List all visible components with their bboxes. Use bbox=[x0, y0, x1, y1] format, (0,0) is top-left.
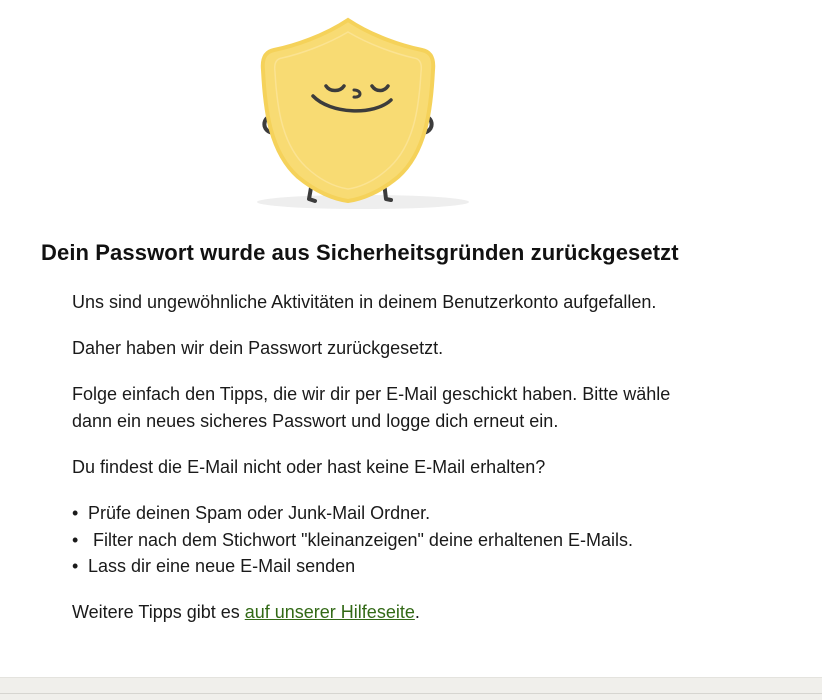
shield-mascot-icon bbox=[257, 17, 469, 209]
activity-notice-text: Uns sind ungewöhnliche Aktivitäten in de… bbox=[72, 292, 657, 312]
help-suffix: . bbox=[414, 601, 420, 622]
list-item: • Filter nach dem Stichwort "kleinanzeig… bbox=[72, 527, 692, 554]
list-item: • Prüfe deinen Spam oder Junk-Mail Ordne… bbox=[72, 500, 692, 527]
bullet-icon: • bbox=[72, 503, 79, 523]
email-missing-question: Du findest die E-Mail nicht oder hast ke… bbox=[72, 457, 546, 477]
footer bbox=[0, 677, 822, 700]
bullet-icon: • bbox=[72, 529, 79, 550]
tips-list: • Prüfe deinen Spam oder Junk-Mail Ordne… bbox=[72, 500, 692, 580]
help-prefix: Weitere Tipps gibt es bbox=[72, 601, 245, 622]
message-body: Uns sind ungewöhnliche Aktivitäten in de… bbox=[72, 289, 692, 645]
password-reset-text: Daher haben wir dein Passwort zurückgese… bbox=[72, 338, 444, 358]
tip-text: Filter nach dem Stichwort "kleinanzeigen… bbox=[88, 529, 634, 550]
password-reset-page: Dein Passwort wurde aus Sicherheitsgründ… bbox=[0, 0, 822, 700]
tip-text: Prüfe deinen Spam oder Junk-Mail Ordner. bbox=[88, 503, 431, 523]
email-tips-text: Folge einfach den Tipps, die wir dir per… bbox=[72, 384, 671, 431]
page-title: Dein Passwort wurde aus Sicherheitsgründ… bbox=[41, 240, 679, 265]
help-page-link[interactable]: auf unserer Hilfeseite bbox=[245, 602, 415, 622]
tip-text: Lass dir eine neue E-Mail senden bbox=[88, 556, 356, 576]
bullet-icon: • bbox=[72, 556, 79, 576]
help-text: Weitere Tipps gibt es auf unserer Hilfes… bbox=[72, 599, 692, 626]
footer-divider bbox=[0, 693, 822, 694]
list-item: • Lass dir eine neue E-Mail senden bbox=[72, 553, 692, 580]
